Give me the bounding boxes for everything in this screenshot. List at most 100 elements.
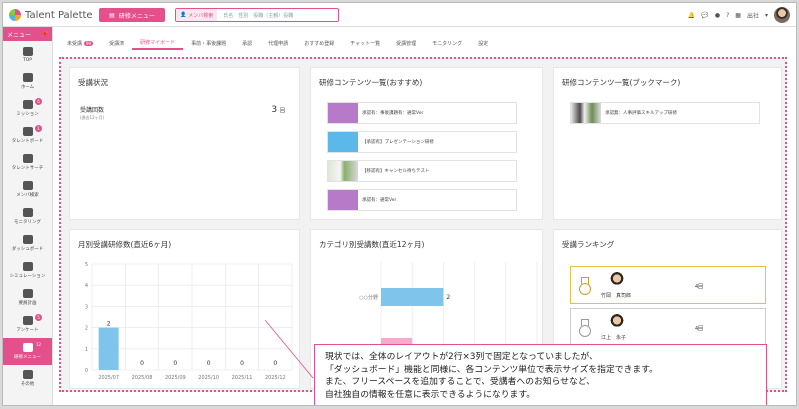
tab-count-badge: 99	[84, 40, 94, 46]
bell-icon[interactable]: 🔔	[688, 12, 695, 19]
data-label: 0	[173, 360, 177, 367]
x-tick-label: 2025/07	[98, 375, 119, 381]
data-label: 0	[273, 360, 277, 367]
sidebar-item-label: その他	[20, 382, 35, 387]
sidebar-item-11[interactable]: 研修メニュー 12	[3, 338, 52, 365]
training-menu-button[interactable]: ▤ 研修メニュー	[99, 8, 165, 22]
sidebar-item-0[interactable]: TOP	[3, 41, 52, 68]
person-icon[interactable]: ●	[715, 12, 720, 19]
annotation-callout: 現状では、全体のレイアウトが2行×3列で固定となっていましたが、 「ダッシュボード…	[314, 344, 767, 405]
logo-text: Talent Palette	[25, 9, 93, 21]
attendance-count-sub: (過去12ヶ月)	[80, 115, 105, 120]
callout-line: また、フリースペースを追加することで、受講者へのお知らせなど、	[325, 377, 595, 387]
sidebar-item-7[interactable]: ダッシュボード	[3, 230, 52, 257]
sidebar-item-2[interactable]: ミッション 6	[3, 95, 52, 122]
tab-9[interactable]: モニタリング	[424, 36, 470, 50]
tab-1[interactable]: 受講済	[101, 36, 132, 50]
x-tick-label: 2025/12	[265, 375, 286, 381]
sidebar-item-10[interactable]: アンケート 5	[3, 311, 52, 338]
tab-0[interactable]: 未受講 99	[59, 36, 101, 50]
sidebar-item-5[interactable]: メンバ検索	[3, 176, 52, 203]
sidebar-item-12[interactable]: その他	[3, 365, 52, 392]
tab-3[interactable]: 事前・事後課題	[183, 36, 234, 50]
top-header: Talent Palette ▤ 研修メニュー 👤 メンバ検索 氏名 性別 役職（…	[3, 3, 796, 27]
sidebar-item-8[interactable]: シミュレーション	[3, 257, 52, 284]
bar	[381, 288, 444, 306]
tab-label: おすすめ登録	[304, 40, 335, 47]
tab-6[interactable]: おすすめ登録	[296, 36, 342, 50]
logo[interactable]: Talent Palette	[9, 9, 93, 21]
recommend-card: 研修コンテンツ一覧(おすすめ) 承認有：事後課題有：通常Ver 【承認有】プレゼン…	[310, 67, 543, 220]
avatar[interactable]	[774, 7, 790, 23]
sidebar-item-badge: 6	[35, 98, 42, 105]
recommend-item[interactable]: 【移認有】キャンセル待ちテスト	[327, 160, 517, 182]
ranking-name: 竹岡 真司郎	[601, 293, 632, 299]
people-icon	[22, 181, 33, 190]
tab-label: 未受講	[67, 40, 83, 47]
sidebar-item-badge: 1	[35, 125, 42, 132]
ranking-item[interactable]: 江上 永子 4回	[570, 308, 766, 346]
sidebar-item-label: モニタリング	[14, 220, 41, 225]
tab-5[interactable]: 代理申請	[260, 36, 296, 50]
sidebar-item-label: 研修メニュー	[14, 355, 41, 360]
tab-label: 受講管理	[396, 40, 417, 47]
chat-icon[interactable]: 💬	[701, 12, 708, 19]
sidebar-item-9[interactable]: 要員計画	[3, 284, 52, 311]
category-chart-title: カテゴリ別受講数(直近12ヶ月)	[319, 240, 425, 249]
member-photo	[609, 314, 625, 330]
silver-medal-icon	[579, 319, 591, 337]
member-search[interactable]: 👤 メンバ検索 氏名 性別 役職（主観）役職	[175, 8, 339, 22]
chevron-down-icon[interactable]: ▾	[765, 12, 768, 19]
palette-icon	[22, 46, 33, 56]
y-tick-label: 1	[85, 347, 88, 353]
sidebar-title[interactable]: メニュー 📌	[3, 27, 52, 41]
recommend-item[interactable]: 承認有：事後課題有：通常Ver	[327, 102, 517, 124]
attendance-count-row: 受講回数 (過去12ヶ月) 3 回	[80, 105, 285, 121]
sidebar-item-6[interactable]: モニタリング	[3, 203, 52, 230]
y-tick-label: 2	[85, 326, 88, 332]
recommend-item[interactable]: 承認有：通常Ver	[327, 189, 517, 211]
sidebar-item-1[interactable]: ホーム	[3, 68, 52, 95]
bookmark-item[interactable]: 承認無：人事評価スキルアップ研修	[570, 102, 760, 124]
person-icon: 👤	[180, 12, 187, 18]
training-menu-label: 研修メニュー	[118, 12, 155, 20]
monitor-icon	[22, 208, 33, 217]
org-label[interactable]: 出社	[747, 11, 759, 20]
bookmark-card-title: 研修コンテンツ一覧(ブックマーク)	[562, 78, 681, 87]
building-icon: ▦	[735, 11, 741, 19]
recommend-item-title: 承認有：事後課題有：通常Ver	[362, 111, 424, 116]
content-thumbnail	[328, 190, 358, 210]
tab-7[interactable]: チャット一覧	[342, 36, 388, 50]
pin-icon[interactable]: 📌	[41, 31, 48, 38]
tab-2[interactable]: 研修マイボード	[132, 36, 184, 50]
book-icon: ▤	[109, 11, 115, 19]
data-label: 2	[446, 294, 450, 301]
attendance-count-label: 受講回数	[80, 107, 105, 114]
ranking-item[interactable]: 竹岡 真司郎 4回	[570, 266, 766, 304]
gold-medal-icon	[579, 277, 591, 295]
content-thumbnail	[328, 103, 358, 123]
tab-4[interactable]: 承認	[234, 36, 260, 50]
data-label: 2	[107, 321, 111, 328]
question-icon[interactable]: ?	[726, 12, 729, 19]
sidebar-item-badge: 12	[35, 341, 42, 348]
home-icon	[22, 73, 33, 82]
recommend-item-title: 【承認有】プレゼンテーション研修	[362, 140, 434, 145]
attendance-count-number: 3	[271, 105, 278, 115]
tab-8[interactable]: 受講管理	[388, 36, 424, 50]
sidebar-item-label: メンバ検索	[16, 193, 39, 198]
ranking-card-title: 受講ランキング	[562, 240, 615, 249]
y-tick-label: 5	[85, 262, 88, 268]
tab-label: 代理申請	[268, 40, 289, 47]
member-photo	[609, 272, 625, 288]
sidebar-item-3[interactable]: タレントボード 1	[3, 122, 52, 149]
sidebar-item-4[interactable]: タレントサーチ	[3, 149, 52, 176]
sidebar-item-label: タレントボード	[11, 139, 44, 144]
tab-bar: 未受講 99 受講済 研修マイボード 事前・事後課題 承認 代理申請 おすすめ登録 チャット一覧…	[59, 36, 496, 50]
x-tick-label: 2025/09	[165, 375, 186, 381]
recommend-item[interactable]: 【承認有】プレゼンテーション研修	[327, 131, 517, 153]
tab-10[interactable]: 設定	[470, 36, 496, 50]
ranking-name: 江上 永子	[601, 335, 627, 341]
status-card: 受講状況 受講回数 (過去12ヶ月) 3 回	[69, 67, 300, 220]
member-search-input[interactable]: 氏名 性別 役職（主観）役職	[217, 12, 293, 19]
